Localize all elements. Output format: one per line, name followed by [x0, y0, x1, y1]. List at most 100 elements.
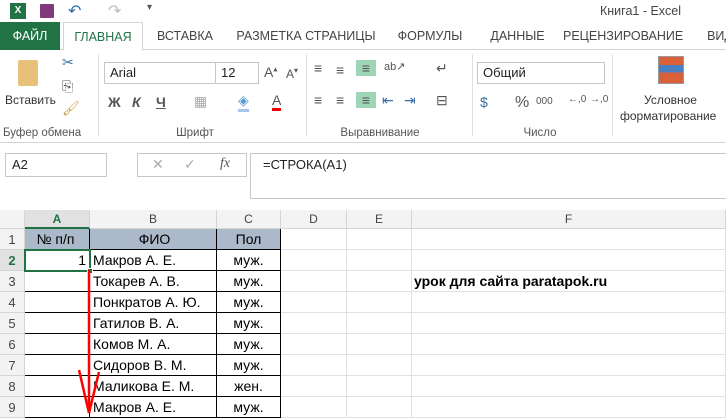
- column-header-C[interactable]: C: [217, 210, 281, 229]
- row-header-1[interactable]: 1: [0, 229, 25, 250]
- cell-C8[interactable]: жен.: [217, 376, 281, 397]
- increase-decimal-icon[interactable]: ←,0: [568, 94, 586, 105]
- cell-C3[interactable]: муж.: [217, 271, 281, 292]
- cell-C6[interactable]: муж.: [217, 334, 281, 355]
- row-header-7[interactable]: 7: [0, 355, 25, 376]
- row-header-3[interactable]: 3: [0, 271, 25, 292]
- cut-icon[interactable]: ✂: [62, 54, 74, 71]
- cell-C9[interactable]: муж.: [217, 397, 281, 418]
- cell-C5[interactable]: муж.: [217, 313, 281, 334]
- grid-cell[interactable]: [412, 376, 726, 397]
- decrease-indent-icon[interactable]: ⇤: [382, 92, 394, 109]
- grid-cell[interactable]: [281, 271, 347, 292]
- align-bottom-icon[interactable]: ≡: [356, 60, 376, 76]
- undo-icon[interactable]: ↶: [68, 1, 81, 21]
- cell-C2[interactable]: муж.: [217, 250, 281, 271]
- cell-B3[interactable]: Токарев А. В.: [90, 271, 217, 292]
- font-color-icon[interactable]: A: [272, 92, 282, 111]
- copy-icon[interactable]: ⎘: [62, 78, 73, 95]
- tab-view[interactable]: ВИД: [700, 22, 726, 50]
- grid-cell[interactable]: [281, 292, 347, 313]
- column-header-F[interactable]: F: [412, 210, 726, 229]
- grid-cell[interactable]: [281, 313, 347, 334]
- cell-C4[interactable]: муж.: [217, 292, 281, 313]
- cell-C7[interactable]: муж.: [217, 355, 281, 376]
- grid-cell[interactable]: [412, 334, 726, 355]
- cell-B2[interactable]: Макров А. Е.: [90, 250, 217, 271]
- grid-cell[interactable]: [281, 376, 347, 397]
- bold-button[interactable]: Ж: [108, 94, 121, 110]
- decrease-decimal-icon[interactable]: →,0: [590, 94, 608, 105]
- cell-B9[interactable]: Макров А. Е.: [90, 397, 217, 418]
- cell-B4[interactable]: Понкратов А. Ю.: [90, 292, 217, 313]
- italic-button[interactable]: К: [132, 94, 141, 110]
- tab-file[interactable]: ФАЙЛ: [0, 22, 60, 50]
- percent-button[interactable]: %: [515, 94, 529, 112]
- column-header-D[interactable]: D: [281, 210, 347, 229]
- column-header-B[interactable]: B: [90, 210, 217, 229]
- borders-icon[interactable]: ▦: [194, 93, 207, 110]
- grid-cell[interactable]: [347, 271, 412, 292]
- underline-button[interactable]: Ч: [156, 94, 166, 110]
- cell-B1[interactable]: ФИО: [90, 229, 217, 250]
- grid-cell[interactable]: [412, 397, 726, 418]
- row-header-5[interactable]: 5: [0, 313, 25, 334]
- orientation-icon[interactable]: ab↗: [384, 60, 405, 73]
- cell-A1[interactable]: № п/п: [25, 229, 90, 250]
- grid-cell[interactable]: [347, 397, 412, 418]
- row-header-6[interactable]: 6: [0, 334, 25, 355]
- formula-input[interactable]: =СТРОКА(A1): [250, 153, 726, 199]
- grow-font-icon[interactable]: A▴: [264, 64, 277, 80]
- align-middle-icon[interactable]: ≡: [336, 62, 344, 78]
- tab-review[interactable]: РЕЦЕНЗИРОВАНИЕ: [563, 22, 683, 50]
- insert-function-icon[interactable]: fx: [220, 154, 230, 174]
- merge-icon[interactable]: ⊟: [436, 92, 448, 109]
- row-header-2[interactable]: 2: [0, 250, 25, 271]
- tab-page-layout[interactable]: РАЗМЕТКА СТРАНИЦЫ: [232, 22, 380, 50]
- fill-color-icon[interactable]: ◈: [238, 92, 249, 112]
- conditional-formatting-button[interactable]: Условное форматирование: [616, 56, 726, 126]
- column-header-A[interactable]: A: [25, 210, 90, 229]
- font-name-select[interactable]: Arial: [104, 62, 216, 84]
- cell-B8[interactable]: Маликова Е. М.: [90, 376, 217, 397]
- enter-icon[interactable]: ✓: [184, 154, 196, 174]
- tab-data[interactable]: ДАННЫЕ: [480, 22, 555, 50]
- align-right-icon[interactable]: ≡: [356, 92, 376, 108]
- cell-B6[interactable]: Комов М. А.: [90, 334, 217, 355]
- cell-C1[interactable]: Пол: [217, 229, 281, 250]
- grid-cell[interactable]: [412, 355, 726, 376]
- grid-cell[interactable]: [412, 292, 726, 313]
- grid-cell[interactable]: [281, 397, 347, 418]
- grid-cell[interactable]: [347, 313, 412, 334]
- save-icon[interactable]: [40, 4, 54, 18]
- grid-cell[interactable]: [347, 292, 412, 313]
- row-header-4[interactable]: 4: [0, 292, 25, 313]
- grid-cell[interactable]: [347, 334, 412, 355]
- font-size-select[interactable]: 12: [215, 62, 259, 84]
- grid-cell[interactable]: [281, 334, 347, 355]
- grid-cell[interactable]: [412, 250, 726, 271]
- redo-icon[interactable]: ↷: [108, 1, 121, 21]
- grid-cell[interactable]: [347, 355, 412, 376]
- grid-cell[interactable]: [347, 229, 412, 250]
- format-painter-icon[interactable]: 🖌: [62, 100, 80, 117]
- number-format-select[interactable]: Общий: [477, 62, 605, 84]
- currency-icon[interactable]: $: [480, 94, 488, 110]
- spreadsheet-grid[interactable]: A B C D E F 1 № п/п ФИО Пол 2 1 Макров А. Е. муж. 3 Ток…: [0, 210, 726, 418]
- align-top-icon[interactable]: ≡: [314, 60, 322, 76]
- paste-button[interactable]: Вставить: [5, 56, 56, 122]
- grid-cell[interactable]: [281, 250, 347, 271]
- tab-insert[interactable]: ВСТАВКА: [150, 22, 220, 50]
- grid-cell[interactable]: [347, 376, 412, 397]
- thousands-button[interactable]: 000: [536, 96, 553, 107]
- column-header-E[interactable]: E: [347, 210, 412, 229]
- tab-formulas[interactable]: ФОРМУЛЫ: [390, 22, 470, 50]
- grid-cell[interactable]: [281, 355, 347, 376]
- name-box[interactable]: A2: [5, 153, 107, 177]
- note-F3[interactable]: урок для сайта paratapok.ru: [414, 271, 607, 292]
- customize-icon[interactable]: ▾: [147, 2, 152, 13]
- cell-B7[interactable]: Сидоров В. М.: [90, 355, 217, 376]
- grid-cell[interactable]: [412, 229, 726, 250]
- grid-cell[interactable]: [281, 229, 347, 250]
- row-header-8[interactable]: 8: [0, 376, 25, 397]
